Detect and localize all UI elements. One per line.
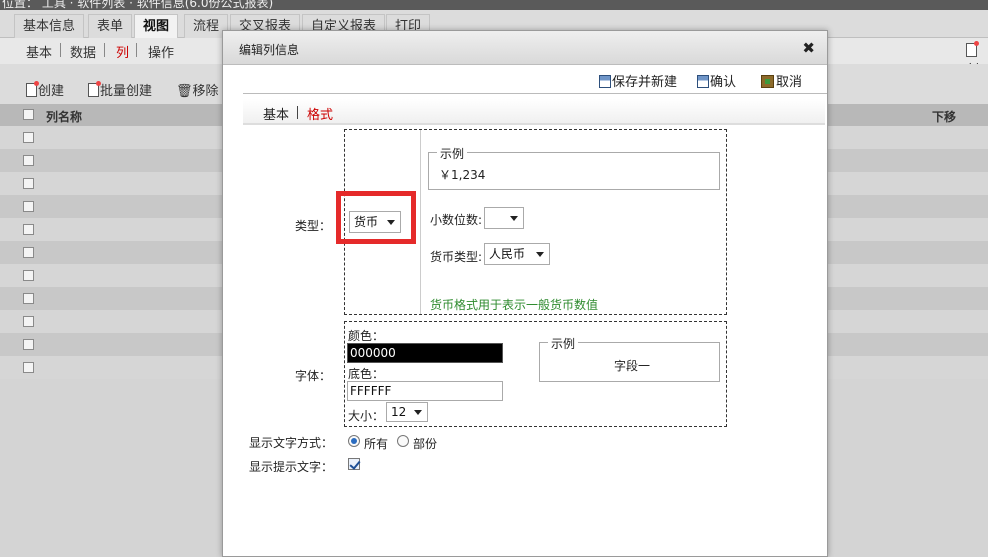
row-checkbox[interactable] [23, 247, 34, 258]
row-checkbox[interactable] [23, 224, 34, 235]
edit-column-dialog: 编辑列信息 ✖ 保存并新建 确认 取消 基本 格式 类型： 货币 示例 ￥1,2… [222, 30, 828, 557]
select-all-checkbox[interactable] [23, 109, 34, 120]
row-checkbox[interactable] [23, 201, 34, 212]
currency-type-select[interactable]: 人民币 [484, 243, 550, 265]
format-sample-box: 示例 ￥1,234 [428, 145, 720, 190]
row-checkbox[interactable] [23, 155, 34, 166]
dialog-actions: 保存并新建 确认 取消 [223, 65, 827, 95]
display-mode-label: 显示文字方式： [249, 436, 334, 450]
save-and-new-label: 保存并新建 [612, 75, 678, 90]
bg-color-label: 底色： [348, 367, 385, 381]
row-checkbox[interactable] [23, 293, 34, 304]
font-sample-legend: 示例 [548, 335, 579, 352]
currency-type-label: 货币类型: [430, 250, 483, 264]
cancel-icon [761, 75, 774, 88]
type-select-highlight [336, 191, 416, 244]
tab-basic-info[interactable]: 基本信息 [14, 14, 85, 38]
type-label: 类型： [295, 219, 332, 233]
format-sample-value: ￥1,234 [439, 168, 486, 182]
row-checkbox[interactable] [23, 339, 34, 350]
location-text: 位置： 工具 · 软件列表 · 软件信息(6.0份公式报表) [2, 0, 274, 10]
batch-create-button[interactable]: 批量创建 [88, 80, 152, 99]
display-mode-part-radio[interactable] [397, 435, 409, 447]
font-size-value: 12 [391, 405, 407, 419]
save-icon [599, 75, 611, 88]
save-icon [697, 75, 709, 88]
display-mode-part-label: 部份 [413, 437, 438, 451]
size-label: 大小： [348, 409, 385, 423]
create-button[interactable]: 创建 [26, 80, 64, 99]
decimals-label: 小数位数: [430, 213, 483, 227]
dialog-title: 编辑列信息 [239, 43, 300, 57]
tab-view[interactable]: 视图 [134, 14, 179, 38]
subtab-operations[interactable]: 操作 [148, 42, 174, 61]
currency-type-value: 人民币 [489, 247, 526, 261]
subtab-divider [136, 43, 137, 57]
close-icon[interactable]: ✖ [802, 39, 815, 57]
row-checkbox[interactable] [23, 362, 34, 373]
confirm-button[interactable]: 确认 [697, 71, 736, 90]
font-label: 字体： [295, 369, 332, 383]
dialog-title-bar: 编辑列信息 ✖ [223, 31, 827, 65]
subtab-basic[interactable]: 基本 [26, 42, 52, 61]
row-checkbox[interactable] [23, 178, 34, 189]
location-bar: 位置： 工具 · 软件列表 · 软件信息(6.0份公式报表) [0, 0, 988, 10]
confirm-label: 确认 [710, 75, 737, 90]
font-sample-box: 示例 字段一 [539, 335, 720, 382]
trash-icon: 🗑 [176, 84, 193, 99]
dialog-tab-basic[interactable]: 基本 [263, 104, 289, 123]
display-mode-all-label: 所有 [364, 437, 389, 451]
chevron-down-icon [536, 252, 544, 257]
chevron-down-icon [510, 216, 518, 221]
chevron-down-icon [414, 410, 422, 415]
font-sample-text: 字段一 [614, 359, 651, 373]
tab-form[interactable]: 表单 [88, 14, 133, 38]
color-label: 颜色： [348, 329, 385, 343]
move-down-header: 下移 [932, 110, 957, 124]
cancel-label: 取消 [776, 75, 803, 90]
dialog-tab-bar: 基本 格式 [243, 99, 825, 125]
type-box-divider [420, 130, 421, 314]
dialog-tab-format[interactable]: 格式 [307, 104, 333, 123]
batch-create-label: 批量创建 [100, 84, 153, 99]
show-tip-checkbox[interactable] [348, 458, 360, 470]
new-doc-icon [88, 81, 101, 97]
format-sample-legend: 示例 [437, 145, 468, 162]
subtab-divider [104, 43, 105, 57]
font-size-select[interactable]: 12 [386, 402, 428, 422]
subtab-columns[interactable]: 列 [116, 42, 129, 61]
dialog-tab-divider [297, 106, 298, 119]
subtab-data[interactable]: 数据 [70, 42, 96, 61]
actions-divider [243, 93, 827, 94]
row-checkbox[interactable] [23, 132, 34, 143]
row-checkbox[interactable] [23, 270, 34, 281]
column-name-header: 列名称 [46, 110, 83, 124]
show-tip-label: 显示提示文字： [249, 460, 334, 474]
new-doc-icon [26, 81, 39, 97]
color-input[interactable]: 000000 [347, 343, 503, 363]
save-and-new-button[interactable]: 保存并新建 [599, 71, 677, 90]
remove-label: 移除 [192, 84, 219, 99]
currency-hint: 货币格式用于表示一般货币数值 [430, 298, 599, 312]
decimals-select[interactable] [484, 207, 524, 229]
new-doc-icon [966, 41, 979, 57]
display-mode-all-radio[interactable] [348, 435, 360, 447]
create-label: 创建 [38, 84, 65, 99]
row-checkbox[interactable] [23, 316, 34, 327]
bg-color-input[interactable]: FFFFFF [347, 381, 503, 401]
cancel-button[interactable]: 取消 [761, 71, 802, 90]
subtab-divider [60, 43, 61, 57]
remove-button[interactable]: 🗑移除 [176, 80, 219, 99]
